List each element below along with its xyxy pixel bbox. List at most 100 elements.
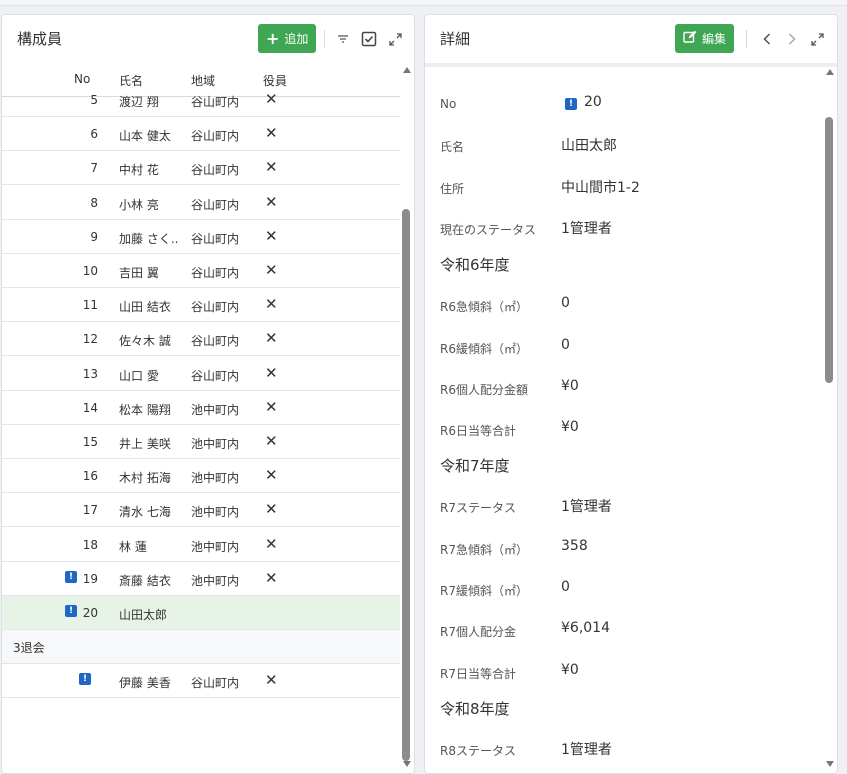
table-row[interactable]: 6 山本 健太 谷山町内 ✕ xyxy=(2,117,400,151)
warning-icon: ! xyxy=(65,571,77,583)
row-no: 19 xyxy=(82,572,98,586)
close-icon: ✕ xyxy=(265,295,278,313)
chevron-left-icon[interactable] xyxy=(757,28,777,50)
section-title: 令和6年度 xyxy=(440,256,510,274)
scroll-up-arrow[interactable] xyxy=(403,67,411,73)
row-no: 16 xyxy=(82,469,98,483)
close-icon: ✕ xyxy=(265,329,278,347)
field-value: ¥6,014 xyxy=(561,620,610,636)
row-no: 13 xyxy=(82,367,98,381)
table-row[interactable]: 15 井上 美咲 池中町内 ✕ xyxy=(2,425,400,459)
row-name: 斎藤 結衣 xyxy=(119,574,171,588)
field-label: R7日当等合計 xyxy=(440,667,516,681)
table-row[interactable]: 20! 山田太郎 xyxy=(2,596,400,630)
row-area: 池中町内 xyxy=(191,471,240,485)
row-name: 中村 花 xyxy=(119,163,159,177)
row-name: 山田太郎 xyxy=(119,608,168,622)
detail-field: R6急傾斜（㎡） 0 xyxy=(440,288,817,322)
row-no: 11 xyxy=(82,298,98,312)
row-name: 加藤 さく... xyxy=(119,232,179,246)
group-row[interactable]: 3退会 xyxy=(2,630,400,664)
row-name: 伊藤 美香 xyxy=(119,676,171,690)
row-name: 井上 美咲 xyxy=(119,437,171,451)
field-value: 358 xyxy=(561,538,588,554)
table-row[interactable]: 13 山口 愛 谷山町内 ✕ xyxy=(2,357,400,391)
detail-field: 住所 中山間市1-2 xyxy=(440,170,817,204)
table-row[interactable]: 8 小林 亮 谷山町内 ✕ xyxy=(2,186,400,220)
add-button-label: 追加 xyxy=(284,32,309,46)
group-title: 3退会 xyxy=(13,641,45,655)
scroll-down-arrow[interactable] xyxy=(826,761,834,767)
field-label: R7個人配分金 xyxy=(440,625,516,639)
field-label: 氏名 xyxy=(440,140,465,154)
members-panel: 構成員 + 追加 No 氏名 地域 役員 5 渡辺 翔谷山町内 ✕ 6 山本 健太 谷山町… xyxy=(1,14,415,774)
table-row[interactable]: ! 伊藤 美香 谷山町内 ✕ xyxy=(2,664,400,698)
detail-field: R6日当等合計 ¥0 xyxy=(440,412,817,446)
table-row[interactable]: 18 林 蓮 池中町内 ✕ xyxy=(2,528,400,562)
table-row[interactable]: 17 清水 七海 池中町内 ✕ xyxy=(2,493,400,527)
table-row[interactable]: 9 加藤 さく... 谷山町内 ✕ xyxy=(2,220,400,254)
add-button[interactable]: + 追加 xyxy=(258,24,317,53)
row-no: 5 xyxy=(90,93,98,107)
row-area: 谷山町内 xyxy=(191,232,240,246)
row-area: 池中町内 xyxy=(191,403,240,417)
detail-scrollbar[interactable] xyxy=(823,63,837,773)
close-icon: ✕ xyxy=(265,261,278,279)
detail-body: No! 20 氏名 山田太郎住所 中山間市1-2 現在のステータス 1管理者令和6年度 R6急… xyxy=(425,63,837,773)
detail-field: R6個人配分金額 ¥0 xyxy=(440,371,817,405)
table-row[interactable]: 12 佐々木 誠 谷山町内 ✕ xyxy=(2,322,400,356)
scroll-down-arrow[interactable] xyxy=(403,761,411,767)
detail-header: 詳細 編集 xyxy=(425,15,837,63)
table-row[interactable]: 11 山田 結衣 谷山町内 ✕ xyxy=(2,288,400,322)
row-name: 吉田 翼 xyxy=(119,266,159,280)
table-row[interactable]: 5 渡辺 翔 谷山町内 ✕ xyxy=(2,83,400,117)
row-area: 池中町内 xyxy=(191,574,240,588)
row-no: 15 xyxy=(82,435,98,449)
scroll-up-arrow[interactable] xyxy=(826,69,834,75)
edit-icon xyxy=(683,30,697,47)
table-row[interactable]: 19! 斎藤 結衣 池中町内 ✕ xyxy=(2,562,400,596)
warning-icon: ! xyxy=(565,98,577,110)
edit-button[interactable]: 編集 xyxy=(675,24,735,53)
close-icon: ✕ xyxy=(265,124,278,142)
field-value: 1管理者 xyxy=(561,499,612,515)
table-row[interactable]: 7 中村 花 谷山町内 ✕ xyxy=(2,151,400,185)
scroll-thumb[interactable] xyxy=(402,209,410,761)
row-area: 谷山町内 xyxy=(191,95,240,109)
row-no: 12 xyxy=(82,332,98,346)
expand-icon[interactable] xyxy=(807,28,827,50)
row-area: 谷山町内 xyxy=(191,129,240,143)
close-icon: ✕ xyxy=(265,398,278,416)
row-area: 谷山町内 xyxy=(191,266,240,280)
checkbox-icon[interactable] xyxy=(359,28,379,50)
row-name: 佐々木 誠 xyxy=(119,334,171,348)
row-area: 谷山町内 xyxy=(191,676,240,690)
chevron-right-icon[interactable] xyxy=(782,28,802,50)
filter-icon[interactable] xyxy=(333,28,353,50)
row-no: 20 xyxy=(82,606,98,620)
close-icon: ✕ xyxy=(265,466,278,484)
plus-icon: + xyxy=(266,28,280,48)
table-row[interactable]: 10 吉田 翼 谷山町内 ✕ xyxy=(2,254,400,288)
section-title: 令和8年度 xyxy=(440,700,510,718)
table-row[interactable]: 16 木村 拓海 池中町内 ✕ xyxy=(2,459,400,493)
detail-field: No! 20 xyxy=(440,87,817,121)
detail-title: 詳細 xyxy=(440,30,471,48)
close-icon: ✕ xyxy=(265,193,278,211)
field-value: ¥0 xyxy=(561,419,579,435)
edit-button-label: 編集 xyxy=(702,32,727,46)
detail-field: R7個人配分金 ¥6,014 xyxy=(440,613,817,647)
members-scrollbar[interactable] xyxy=(400,63,414,773)
table-row[interactable]: 14 松本 陽翔 池中町内 ✕ xyxy=(2,391,400,425)
detail-field: 現在のステータス 1管理者 xyxy=(440,211,817,245)
section-title: 令和7年度 xyxy=(440,457,510,475)
close-icon: ✕ xyxy=(265,227,278,245)
field-value: 山田太郎 xyxy=(561,138,617,154)
row-no: 8 xyxy=(90,196,98,210)
scroll-thumb[interactable] xyxy=(825,117,833,383)
row-name: 木村 拓海 xyxy=(119,471,171,485)
close-icon: ✕ xyxy=(265,535,278,553)
close-icon: ✕ xyxy=(265,671,278,689)
expand-icon[interactable] xyxy=(385,28,405,50)
row-area: 池中町内 xyxy=(191,540,240,554)
